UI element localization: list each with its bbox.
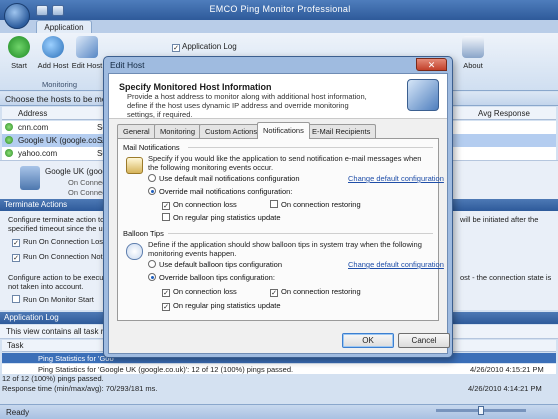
host-status-icon — [5, 149, 13, 157]
checkbox-checked-icon: ✓ — [12, 239, 20, 247]
host-status-icon — [5, 136, 13, 144]
override-mail-radio[interactable]: Override mail notifications configuratio… — [148, 187, 292, 196]
checkbox-checked-icon: ✓ — [12, 254, 20, 262]
status-text: Ready — [6, 408, 30, 417]
use-default-mail-radio[interactable]: Use default mail notifications configura… — [148, 174, 300, 183]
application-log-checkbox[interactable]: ✓ Application Log — [172, 42, 237, 52]
checkbox-checked-icon: ✓ — [162, 289, 170, 297]
edit-host-dialog: Edit Host ✕ Specify Monitored Host Infor… — [103, 56, 453, 358]
globe-add-icon — [42, 36, 64, 58]
log-row[interactable]: Ping Statistics for 'Google UK (google.c… — [2, 364, 556, 374]
edit-host-button[interactable]: Edit Host — [70, 36, 104, 70]
dialog-heading: Specify Monitored Host Information — [119, 82, 272, 92]
balloon-description: Define if the application should show ba… — [148, 240, 422, 258]
mail-on-connection-restoring-checkbox[interactable]: On connection restoring — [270, 200, 361, 209]
override-balloon-radio[interactable]: Override balloon tips configuration: — [148, 273, 275, 282]
divider — [188, 147, 433, 148]
application-menu-button[interactable] — [4, 3, 30, 29]
balloon-on-statistics-update-checkbox[interactable]: ✓ On regular ping statistics update — [162, 301, 281, 311]
checkbox-checked-icon: ✓ — [162, 303, 170, 311]
undo-icon[interactable] — [52, 5, 64, 16]
run-on-monitor-start-checkbox[interactable]: Run On Monitor Start — [12, 295, 94, 304]
app-title: EMCO Ping Monitor Professional — [209, 4, 351, 14]
balloon-tips-heading: Balloon Tips — [123, 229, 164, 238]
checkbox-checked-icon: ✓ — [162, 202, 170, 210]
tab-notifications[interactable]: Notifications — [257, 122, 310, 139]
checkbox-checked-icon: ✓ — [172, 44, 180, 52]
mail-description: Specify if you would like the applicatio… — [148, 154, 422, 172]
edit-host-icon — [76, 36, 98, 58]
start-button[interactable]: Start — [2, 36, 36, 70]
dialog-header: Specify Monitored Host Information Provi… — [109, 74, 447, 119]
tab-email-recipients[interactable]: E-Mail Recipients — [306, 124, 377, 138]
tab-application[interactable]: Application — [36, 20, 92, 34]
mail-on-connection-loss-checkbox[interactable]: ✓ On connection loss — [162, 200, 237, 210]
dialog-body: Specify Monitored Host Information Provi… — [108, 73, 448, 354]
mail-notifications-heading: Mail Notifications — [123, 143, 180, 152]
change-balloon-default-link[interactable]: Change default configuration — [348, 260, 444, 269]
about-button[interactable]: About — [456, 36, 490, 70]
group-label-monitoring: Monitoring — [42, 80, 78, 89]
run-on-connection-not-restored-checkbox[interactable]: ✓ Run On Connection Not Re — [12, 252, 114, 262]
title-bar: EMCO Ping Monitor Professional — [0, 0, 558, 20]
tab-general[interactable]: General — [117, 124, 156, 138]
host-settings-icon — [407, 79, 439, 111]
play-icon — [8, 36, 30, 58]
tab-monitoring[interactable]: Monitoring — [154, 124, 202, 138]
notifications-panel: Mail Notifications Specify if you would … — [117, 138, 444, 321]
column-address[interactable]: Address — [18, 109, 47, 118]
zoom-slider-handle[interactable] — [478, 406, 484, 415]
dialog-subtitle: Provide a host address to monitor along … — [127, 92, 367, 119]
host-status-icon — [5, 123, 13, 131]
change-mail-default-link[interactable]: Change default configuration — [348, 174, 444, 183]
column-avg-response[interactable]: Avg Response — [478, 109, 530, 118]
balloon-on-connection-loss-checkbox[interactable]: ✓ On connection loss — [162, 287, 237, 297]
cancel-button[interactable]: Cancel — [398, 333, 450, 348]
use-default-balloon-radio[interactable]: Use default balloon tips configuration — [148, 260, 282, 269]
add-host-button[interactable]: Add Host — [36, 36, 70, 70]
ok-button[interactable]: OK — [342, 333, 394, 348]
dialog-title: Edit Host — [110, 60, 145, 70]
close-button[interactable]: ✕ — [416, 58, 447, 71]
about-icon — [462, 36, 484, 58]
computer-icon — [20, 166, 40, 190]
run-on-connection-lost-checkbox[interactable]: ✓ Run On Connection Lost — [12, 237, 105, 247]
divider — [168, 233, 433, 234]
checkbox-checked-icon: ✓ — [270, 289, 278, 297]
tab-custom-actions[interactable]: Custom Actions — [199, 124, 264, 138]
balloon-tip-icon — [126, 243, 143, 260]
mail-on-statistics-update-checkbox[interactable]: On regular ping statistics update — [162, 213, 281, 222]
mail-icon — [126, 157, 143, 174]
save-icon[interactable] — [36, 5, 48, 16]
balloon-on-connection-restoring-checkbox[interactable]: ✓ On connection restoring — [270, 287, 361, 297]
